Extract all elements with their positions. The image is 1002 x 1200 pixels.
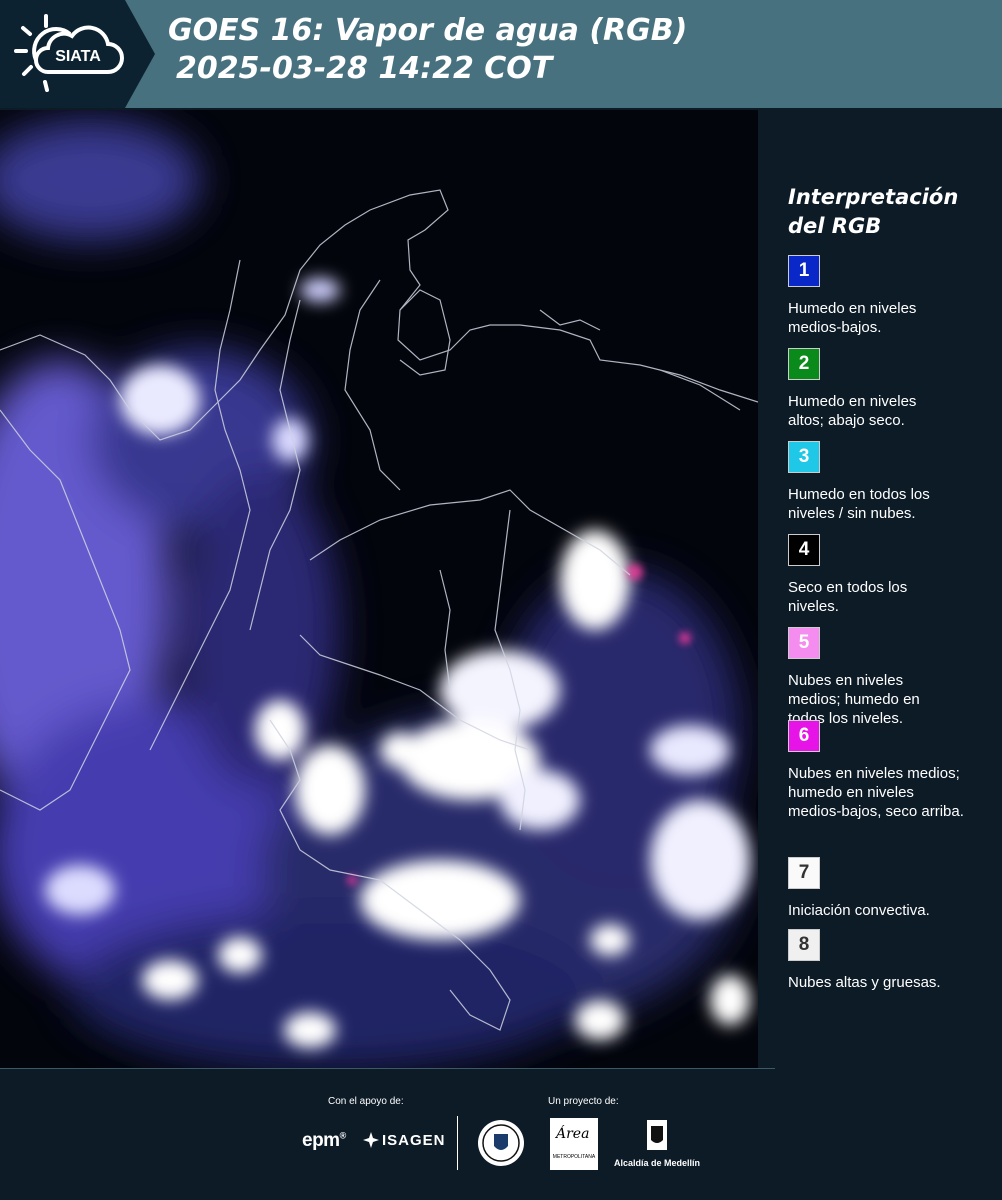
legend-swatch-7: 7 xyxy=(788,857,820,889)
title-line-2: 2025-03-28 14:22 COT xyxy=(176,51,553,86)
legend-swatch-6: 6 xyxy=(788,720,820,752)
legend-text-line: humedo en niveles xyxy=(788,784,914,801)
footer-divider xyxy=(0,1068,775,1069)
legend-swatch-5: 5 xyxy=(788,627,820,659)
legend-swatch-2: 2 xyxy=(788,348,820,380)
footer-logo-divider xyxy=(457,1116,458,1170)
legend-item-2: 2 Humedo en niveles altos; abajo seco. xyxy=(788,348,998,430)
satellite-map xyxy=(0,110,758,1068)
legend-swatch-3: 3 xyxy=(788,441,820,473)
legend-text-line: Humedo en todos los xyxy=(788,486,930,503)
legend-item-5: 5 Nubes en niveles medios; humedo en todos … xyxy=(788,627,998,728)
medellin-shield-icon xyxy=(647,1120,667,1150)
legend-title-line-2: del RGB xyxy=(788,214,882,238)
legend-text-line: altos; abajo seco. xyxy=(788,412,905,429)
legend-text-1: Humedo en niveles medios-bajos. xyxy=(788,299,998,337)
legend-text-2: Humedo en niveles altos; abajo seco. xyxy=(788,392,998,430)
legend-item-1: 1 Humedo en niveles medios-bajos. xyxy=(788,255,998,337)
legend-text-line: medios; humedo en xyxy=(788,691,920,708)
legend-title: Interpretación del RGB xyxy=(788,183,997,241)
epm-logo: epm® xyxy=(302,1130,346,1151)
legend-item-8: 8 Nubes altas y gruesas. xyxy=(788,929,998,992)
page-title: GOES 16: Vapor de agua (RGB) 2025-03-28 … xyxy=(168,12,687,88)
header: SIATA GOES 16: Vapor de agua (RGB) 2025-… xyxy=(0,0,1002,108)
sun-cloud-logo-icon: SIATA xyxy=(0,0,155,108)
legend-text-3: Humedo en todos los niveles / sin nubes. xyxy=(788,485,998,523)
legend-text-line: Iniciación convectiva. xyxy=(788,902,930,919)
project-label: Un proyecto de: xyxy=(548,1096,619,1107)
legend-item-6: 6 Nubes en niveles medios; humedo en nivel… xyxy=(788,720,998,821)
title-line-1: GOES 16: Vapor de agua (RGB) xyxy=(168,13,688,48)
legend-text-line: niveles. xyxy=(788,598,839,615)
legend-text-8: Nubes altas y gruesas. xyxy=(788,973,998,992)
isagen-logo: ISAGEN xyxy=(362,1132,446,1149)
legend-item-4: 4 Seco en todos los niveles. xyxy=(788,534,998,616)
legend-text-line: Nubes en niveles xyxy=(788,672,904,689)
legend-text-line: medios-bajos, seco arriba. xyxy=(788,803,964,820)
legend-text-line: medios-bajos. xyxy=(788,319,882,336)
area-metropolitana-logo: Área METROPOLITANA xyxy=(550,1118,598,1170)
legend-swatch-8: 8 xyxy=(788,929,820,961)
legend-item-7: 7 Iniciación convectiva. xyxy=(788,857,998,920)
legend-text-line: Seco en todos los xyxy=(788,579,908,596)
isagen-star-icon xyxy=(363,1132,379,1148)
support-label: Con el apoyo de: xyxy=(328,1096,404,1107)
legend-text-line: Humedo en niveles xyxy=(788,300,917,317)
legend-text-7: Iniciación convectiva. xyxy=(788,901,998,920)
svg-text:SIATA: SIATA xyxy=(55,48,101,65)
legend-text-6: Nubes en niveles medios; humedo en nivele… xyxy=(788,764,998,821)
legend-text-line: Nubes en niveles medios; xyxy=(788,765,960,782)
legend-swatch-1: 1 xyxy=(788,255,820,287)
medellin-seal-icon xyxy=(478,1120,524,1166)
legend-title-line-1: Interpretación xyxy=(788,185,959,209)
siata-logo: SIATA xyxy=(0,0,155,108)
legend-text-line: Humedo en niveles xyxy=(788,393,917,410)
legend-text-line: Nubes altas y gruesas. xyxy=(788,974,941,991)
legend-text-line: niveles / sin nubes. xyxy=(788,505,916,522)
legend-text-4: Seco en todos los niveles. xyxy=(788,578,998,616)
legend: Interpretación del RGB xyxy=(775,183,997,241)
legend-item-3: 3 Humedo en todos los niveles / sin nubes. xyxy=(788,441,998,523)
water-vapor-image xyxy=(0,110,758,1068)
legend-swatch-4: 4 xyxy=(788,534,820,566)
